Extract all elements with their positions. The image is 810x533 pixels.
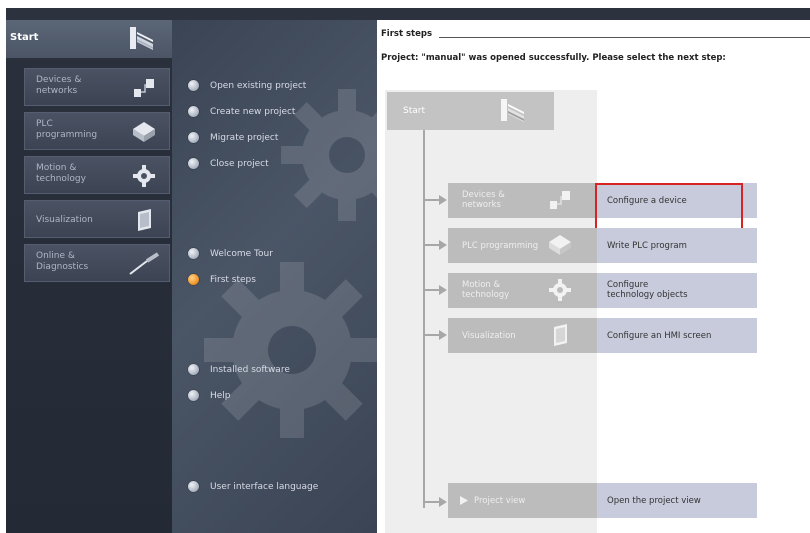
arrow-right-icon bbox=[425, 330, 447, 340]
flow-connector bbox=[423, 130, 425, 508]
action-label: Installed software bbox=[210, 364, 290, 375]
devices-networks-icon bbox=[134, 79, 154, 97]
step-plc-programming[interactable]: PLC programming bbox=[448, 228, 597, 263]
portal-actions-panel: Open existing project Create new project… bbox=[172, 20, 377, 533]
visualization-icon bbox=[138, 209, 151, 231]
start-icon bbox=[501, 99, 524, 122]
open-existing-project-action[interactable]: Open existing project bbox=[188, 80, 306, 91]
action-label: User interface language bbox=[210, 481, 319, 492]
active-bullet-icon bbox=[188, 274, 199, 285]
help-action[interactable]: Help bbox=[188, 390, 231, 401]
action-label: Close project bbox=[210, 158, 269, 169]
arrow-right-icon bbox=[425, 497, 447, 507]
option-open-project-view[interactable]: Open the project view bbox=[597, 483, 757, 518]
visualization-icon bbox=[554, 324, 567, 346]
gear-icon bbox=[133, 165, 155, 187]
option-label: Write PLC program bbox=[607, 241, 687, 251]
background-gear-icon bbox=[281, 89, 377, 221]
option-configure-technology-objects[interactable]: Configure technology objects bbox=[597, 273, 757, 308]
bullet-icon bbox=[188, 248, 199, 259]
title-bar bbox=[6, 8, 810, 20]
bullet-icon bbox=[188, 390, 199, 401]
status-message: Project: "manual" was opened successfull… bbox=[381, 53, 726, 63]
nav-item-label: Online & Diagnostics bbox=[36, 251, 89, 272]
arrow-right-icon bbox=[425, 285, 447, 295]
nav-item-label: PLC programming bbox=[36, 119, 98, 140]
step-project-view[interactable]: Project view bbox=[448, 483, 597, 518]
option-label: Configure an HMI screen bbox=[607, 331, 712, 341]
flow-start-box: Start bbox=[387, 92, 554, 130]
action-label: Migrate project bbox=[210, 132, 279, 143]
nav-item-online-diagnostics[interactable]: Online & Diagnostics bbox=[24, 244, 170, 282]
nav-item-plc-programming[interactable]: PLC programming bbox=[24, 112, 170, 150]
nav-item-motion-technology[interactable]: Motion & technology bbox=[24, 156, 170, 194]
play-icon bbox=[460, 496, 468, 505]
globe-icon bbox=[188, 481, 199, 492]
step-label: Visualization bbox=[462, 331, 516, 341]
option-configure-hmi-screen[interactable]: Configure an HMI screen bbox=[597, 318, 757, 353]
action-label: Create new project bbox=[210, 106, 296, 117]
nav-start-label: Start bbox=[10, 32, 39, 43]
option-label: Configure technology objects bbox=[607, 280, 688, 300]
user-interface-language-action[interactable]: User interface language bbox=[188, 481, 318, 492]
highlight-box bbox=[595, 183, 743, 231]
step-motion-technology[interactable]: Motion & technology bbox=[448, 273, 597, 308]
tia-portal-window: Start Devices & networks PLC programming bbox=[6, 8, 810, 533]
bullet-icon bbox=[188, 132, 199, 143]
online-diagnostics-icon bbox=[129, 252, 160, 275]
bullet-icon bbox=[188, 106, 199, 117]
arrow-right-icon bbox=[425, 240, 447, 250]
nav-item-label: Devices & networks bbox=[36, 75, 82, 96]
devices-networks-icon bbox=[550, 191, 570, 209]
step-visualization[interactable]: Visualization bbox=[448, 318, 597, 353]
first-steps-content: First steps Project: "manual" was opened… bbox=[377, 20, 810, 533]
action-label: Help bbox=[210, 390, 231, 401]
gear-icon bbox=[549, 279, 571, 301]
plc-programming-icon bbox=[549, 235, 571, 255]
plc-programming-icon bbox=[133, 122, 155, 142]
action-label: First steps bbox=[210, 274, 256, 285]
flow-panel bbox=[385, 90, 597, 533]
action-label: Open existing project bbox=[210, 80, 307, 91]
title-divider bbox=[439, 37, 810, 38]
nav-item-label: Motion & technology bbox=[36, 163, 86, 184]
step-label: PLC programming bbox=[462, 241, 539, 251]
action-label: Welcome Tour bbox=[210, 248, 273, 259]
nav-start[interactable]: Start bbox=[6, 20, 172, 58]
step-label: Devices & networks bbox=[462, 190, 505, 210]
nav-item-label: Visualization bbox=[36, 215, 93, 225]
start-icon bbox=[130, 27, 153, 50]
bullet-icon bbox=[188, 80, 199, 91]
step-label: Project view bbox=[474, 496, 526, 506]
nav-item-visualization[interactable]: Visualization bbox=[24, 200, 170, 238]
portal-navigation: Start Devices & networks PLC programming bbox=[6, 20, 172, 533]
bullet-icon bbox=[188, 158, 199, 169]
arrow-right-icon bbox=[425, 195, 447, 205]
option-write-plc-program[interactable]: Write PLC program bbox=[597, 228, 757, 263]
option-label: Open the project view bbox=[607, 496, 701, 506]
step-devices-networks[interactable]: Devices & networks bbox=[448, 183, 597, 218]
installed-software-action[interactable]: Installed software bbox=[188, 364, 290, 375]
nav-item-devices-networks[interactable]: Devices & networks bbox=[24, 68, 170, 106]
first-steps-action[interactable]: First steps bbox=[188, 274, 256, 285]
migrate-project-action[interactable]: Migrate project bbox=[188, 132, 278, 143]
bullet-icon bbox=[188, 364, 199, 375]
welcome-tour-action[interactable]: Welcome Tour bbox=[188, 248, 273, 259]
create-new-project-action[interactable]: Create new project bbox=[188, 106, 295, 117]
close-project-action[interactable]: Close project bbox=[188, 158, 269, 169]
flow-start-label: Start bbox=[403, 106, 425, 116]
step-label: Motion & technology bbox=[462, 280, 510, 300]
content-title: First steps bbox=[381, 29, 433, 39]
